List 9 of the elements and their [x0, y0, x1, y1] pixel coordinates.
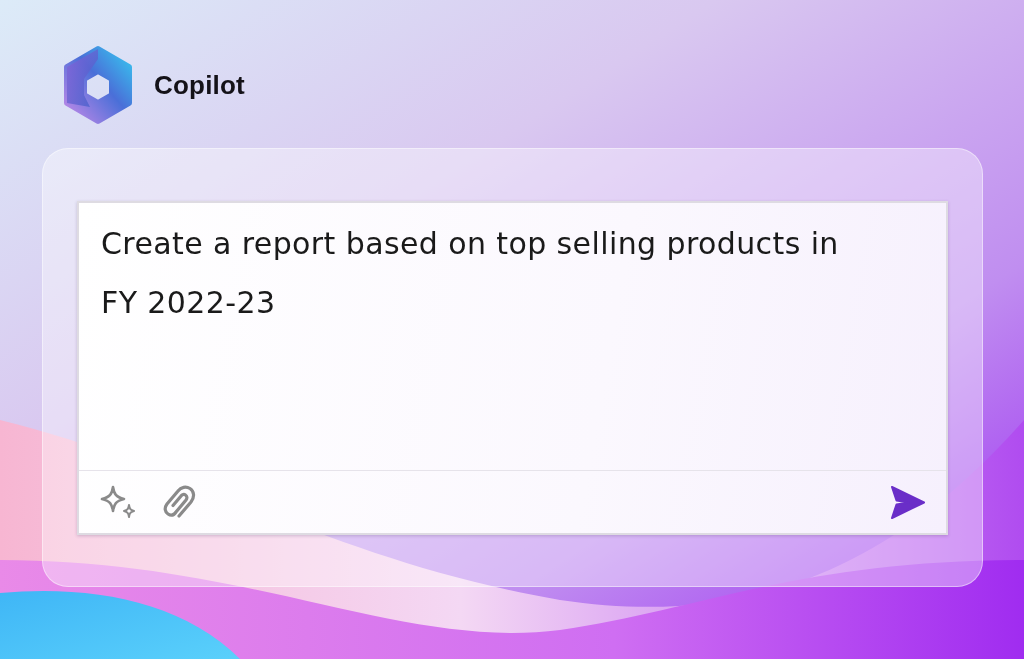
- send-button[interactable]: [890, 484, 926, 520]
- sparkle-button[interactable]: [99, 485, 138, 519]
- prompt-field[interactable]: Create a report based on top selling products in FY 2022-23: [79, 203, 946, 470]
- sparkle-icon: [99, 485, 138, 519]
- prompt-text: Create a report based on top selling products in FY 2022-23: [101, 225, 840, 322]
- app-name: Copilot: [154, 69, 245, 101]
- paperclip-icon: [162, 485, 198, 519]
- attach-button[interactable]: [162, 485, 198, 519]
- send-icon: [890, 484, 926, 520]
